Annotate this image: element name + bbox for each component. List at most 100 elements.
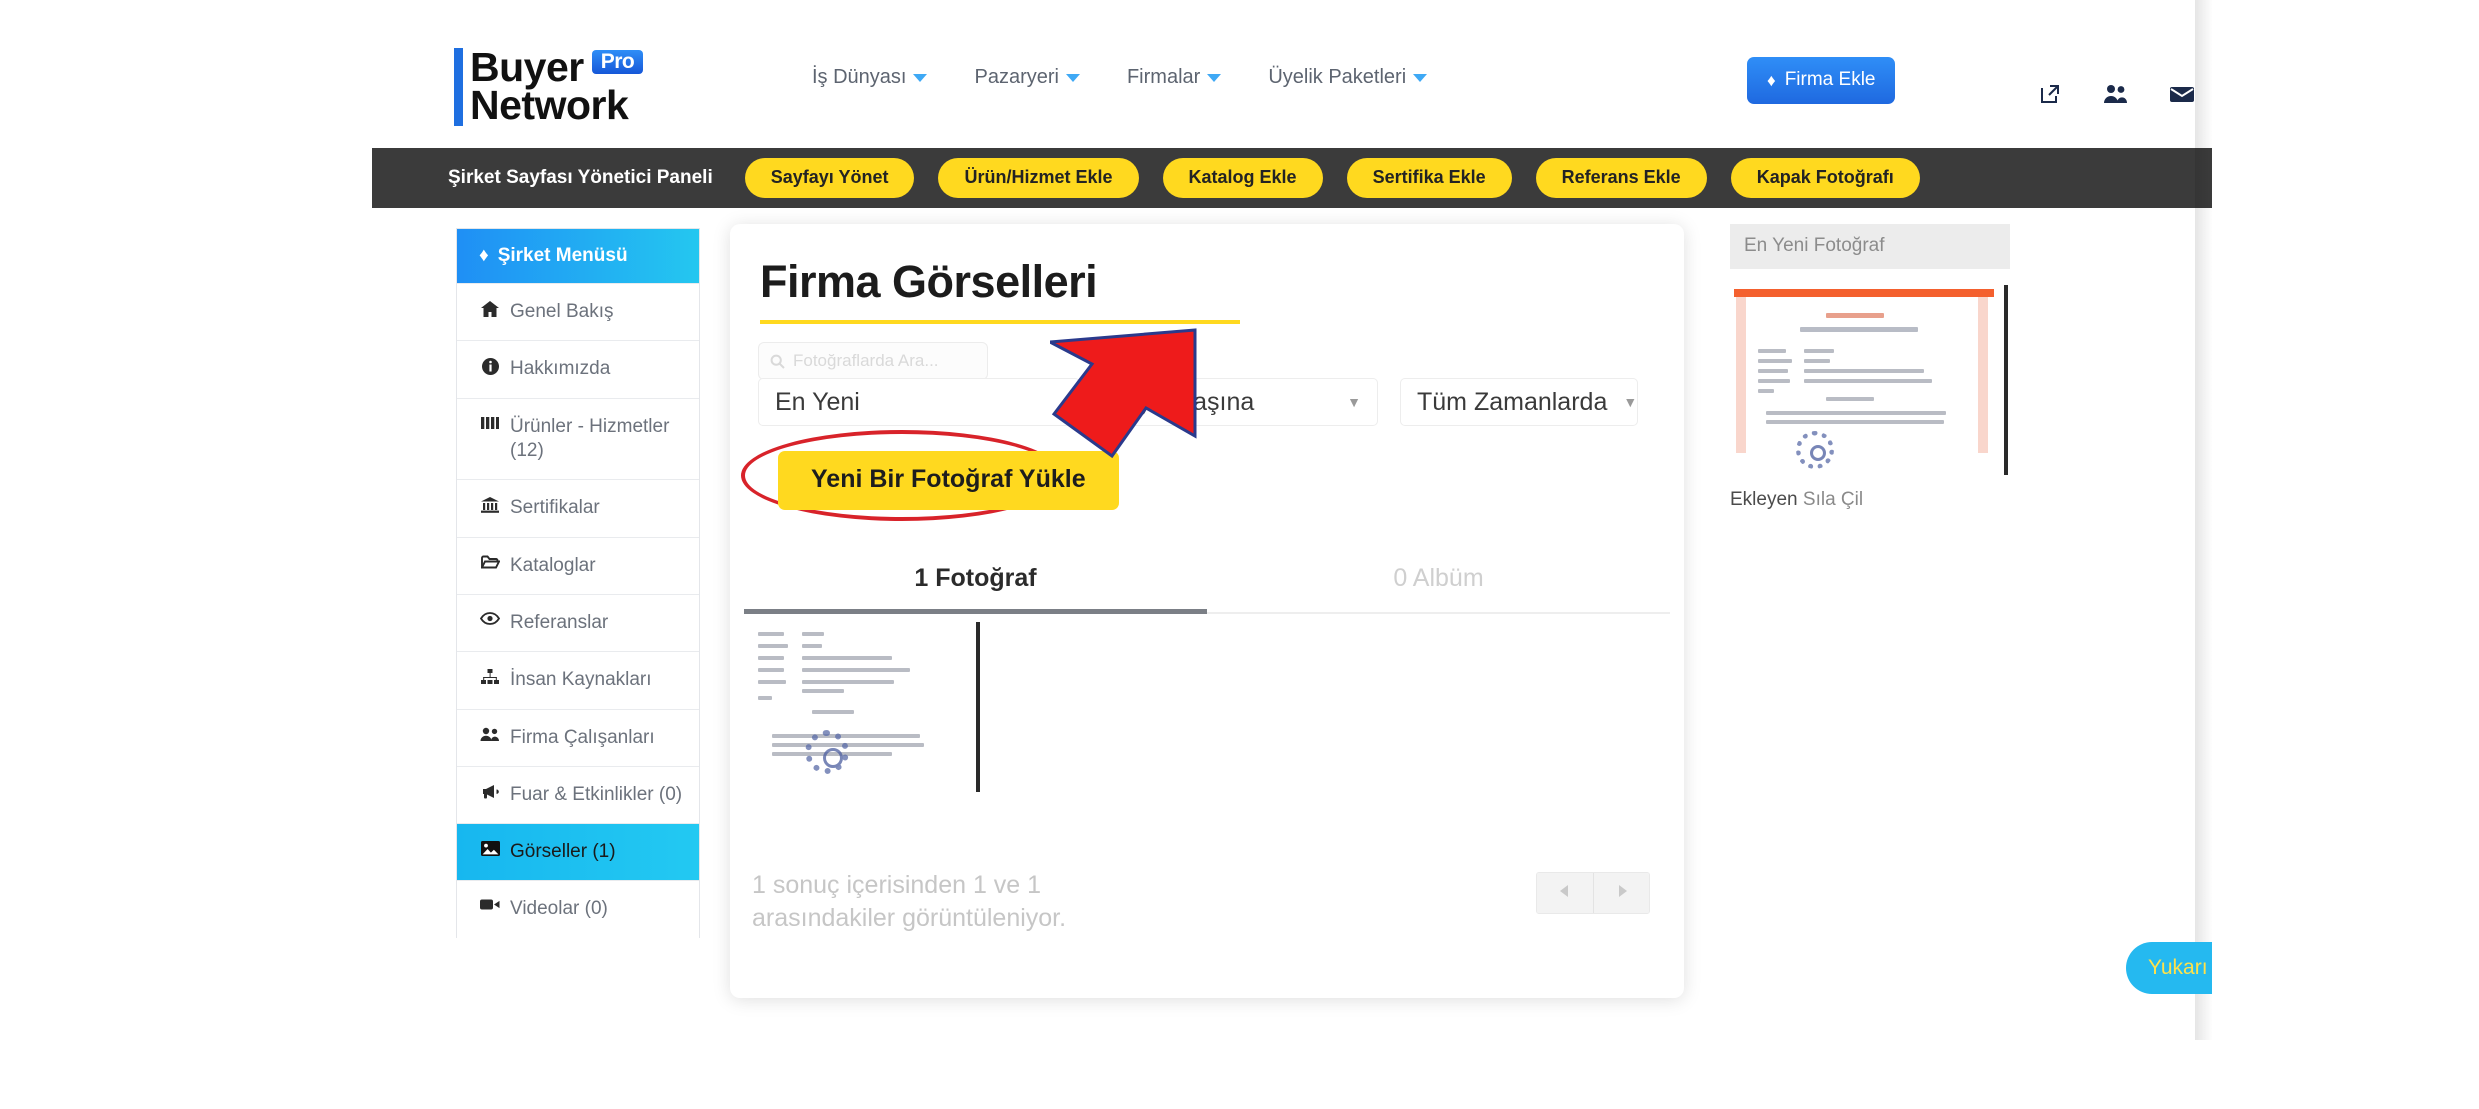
nav-label: İş Dünyası [812, 66, 907, 88]
latest-photo-caption-prefix: Ekleyen [1730, 489, 1798, 510]
bank-icon [479, 497, 501, 514]
nav-label: Pazaryeri [974, 66, 1059, 88]
chevron-down-icon [1207, 73, 1222, 82]
nav-item-is-dunyasi[interactable]: İş Dünyası [812, 66, 928, 89]
nav-label: Firmalar [1126, 66, 1201, 88]
home-icon [479, 301, 501, 317]
latest-photo-caption: Ekleyen Sıla Çil [1730, 489, 2010, 511]
image-icon [479, 841, 501, 857]
sidebar-item-label: Referanslar [510, 611, 609, 633]
title-underline [760, 320, 1240, 324]
sidebar-item-label: Firma Çalışanları [510, 726, 655, 748]
nav-item-pazaryeri[interactable]: Pazaryeri [974, 66, 1080, 89]
time-range-select-value: Tüm Zamanlarda [1417, 387, 1608, 416]
pagination-summary: 1 sonuç içerisinden 1 ve 1 arasındakiler… [752, 871, 1067, 932]
right-margin [2212, 0, 2479, 1109]
time-range-select[interactable]: Tüm Zamanlarda ▼ [1400, 378, 1638, 426]
sidebar-item-referanslar[interactable]: Referanslar [457, 593, 699, 651]
external-link-icon[interactable] [2037, 81, 2063, 107]
diamond-icon: ♦ [479, 245, 489, 266]
main-nav: İş Dünyası Pazaryeri Firmalar Üyelik Pak… [812, 66, 1428, 89]
sidebar-item-label: Ürünler - Hizmetler (12) [510, 415, 670, 461]
search-icon [770, 354, 785, 369]
tab-photos[interactable]: 1 Fotoğraf [744, 564, 1207, 614]
certificate-left-border [1736, 297, 1746, 453]
filter-row: En Yeni ayfa başına ▼ Tüm Zamanlarda ▼ [758, 374, 1656, 430]
info-icon [479, 358, 501, 376]
screenshot-root: Buyer Pro Network İş Dünyası Pazaryeri F… [0, 0, 2479, 1109]
photo-thumbnail[interactable] [750, 622, 980, 792]
bars-icon [479, 416, 501, 430]
diamond-icon: ♦ [1767, 70, 1776, 90]
sort-select-value: En Yeni [775, 387, 860, 416]
sidebar-item-firma-calisanlari[interactable]: Firma Çalışanları [457, 708, 699, 766]
sidebar-item-insan-kaynaklari[interactable]: İnsan Kaynakları [457, 651, 699, 708]
seal-stamp [805, 730, 849, 774]
sidebar-item-fuar-etkinlikler[interactable]: Fuar & Etkinlikler (0) [457, 765, 699, 823]
site-logo[interactable]: Buyer Pro Network [454, 46, 644, 129]
sidebar-item-sertifikalar[interactable]: Sertifikalar [457, 479, 699, 536]
nav-item-firmalar[interactable]: Firmalar [1126, 66, 1222, 89]
photo-grid: Ekleyen Sıla Çil [750, 622, 980, 792]
chevron-down-icon [913, 73, 928, 82]
chevron-down-icon: ▼ [1347, 394, 1361, 410]
sidebar-item-urunler-hizmetler[interactable]: Ürünler - Hizmetler (12) [457, 397, 699, 480]
pagination-controls [1536, 872, 1650, 914]
sidebar-item-label: Videolar (0) [510, 898, 608, 920]
page-frame: Buyer Pro Network İş Dünyası Pazaryeri F… [372, 0, 2439, 1060]
logo-text: Buyer Pro Network [470, 46, 644, 129]
nav-label: Üyelik Paketleri [1268, 66, 1407, 88]
envelope-icon[interactable] [2169, 81, 2195, 107]
sayfayi-yonet-button[interactable]: Sayfayı Yönet [744, 158, 915, 198]
sitemap-icon [479, 669, 501, 685]
firma-ekle-button[interactable]: ♦ Firma Ekle [1747, 57, 1896, 104]
seal-stamp [1796, 431, 1834, 469]
gallery-tabs: 1 Fotoğraf 0 Albüm [744, 564, 1670, 614]
site-header: Buyer Pro Network İş Dünyası Pazaryeri F… [372, 0, 2439, 148]
urun-hizmet-ekle-button[interactable]: Ürün/Hizmet Ekle [938, 158, 1139, 198]
logo-pro-badge: Pro [591, 49, 644, 75]
latest-photo-image[interactable] [1730, 285, 2008, 475]
nav-item-uyelik-paketleri[interactable]: Üyelik Paketleri [1268, 66, 1428, 89]
chevron-down-icon [1065, 73, 1080, 82]
referans-ekle-button[interactable]: Referans Ekle [1535, 158, 1707, 198]
folder-icon [479, 555, 501, 570]
company-sidebar: ♦ Şirket Menüsü Genel Bakış Hakkımızda Ü… [456, 228, 700, 938]
pagination-prev-button[interactable] [1537, 873, 1593, 913]
logo-line2: Network [470, 82, 629, 129]
firma-ekle-label: Firma Ekle [1784, 69, 1876, 90]
sidebar-item-kataloglar[interactable]: Kataloglar [457, 536, 699, 594]
sidebar-item-genel-bakis[interactable]: Genel Bakış [457, 283, 699, 340]
chevron-left-icon [1557, 883, 1573, 904]
bottom-margin [0, 1040, 2479, 1109]
users-icon[interactable] [2103, 81, 2129, 107]
pagination-next-button[interactable] [1593, 873, 1649, 913]
bullhorn-icon [479, 784, 501, 799]
sidebar-item-hakkimizda[interactable]: Hakkımızda [457, 340, 699, 397]
sidebar-item-label: İnsan Kaynakları [510, 669, 652, 691]
latest-photo-header: En Yeni Fotoğraf [1730, 224, 2010, 269]
firma-gorselleri-card: Firma Görselleri Fotoğraflarda Ara... En… [730, 224, 1684, 998]
admin-toolbar: Şirket Sayfası Yönetici Paneli Sayfayı Y… [372, 148, 2212, 208]
sidebar-item-gorseller[interactable]: Görseller (1) [457, 823, 699, 881]
sidebar-item-label: Genel Bakış [510, 301, 614, 322]
tab-albums[interactable]: 0 Albüm [1207, 564, 1670, 614]
chevron-down-icon: ▼ [1623, 394, 1638, 410]
left-margin [0, 0, 372, 1109]
annotation-arrow [1044, 328, 1200, 465]
sidebar-header: ♦ Şirket Menüsü [457, 229, 699, 283]
page-edge-shadow [2195, 0, 2213, 1040]
chevron-right-icon [1614, 883, 1630, 904]
sertifika-ekle-button[interactable]: Sertifika Ekle [1346, 158, 1512, 198]
logo-accent-bar [454, 48, 463, 126]
sidebar-item-videolar[interactable]: Videolar (0) [457, 880, 699, 937]
sidebar-item-label: Fuar & Etkinlikler (0) [510, 783, 683, 805]
sidebar-item-label: Hakkımızda [510, 358, 611, 380]
sort-select[interactable]: En Yeni [758, 378, 1080, 426]
katalog-ekle-button[interactable]: Katalog Ekle [1162, 158, 1323, 198]
sidebar-item-label: Kataloglar [510, 554, 596, 576]
admin-panel-title: Şirket Sayfası Yönetici Paneli [448, 167, 713, 188]
video-icon [479, 898, 501, 911]
certificate-top-border [1734, 289, 1994, 297]
kapak-fotografi-button[interactable]: Kapak Fotoğrafı [1730, 158, 1920, 198]
